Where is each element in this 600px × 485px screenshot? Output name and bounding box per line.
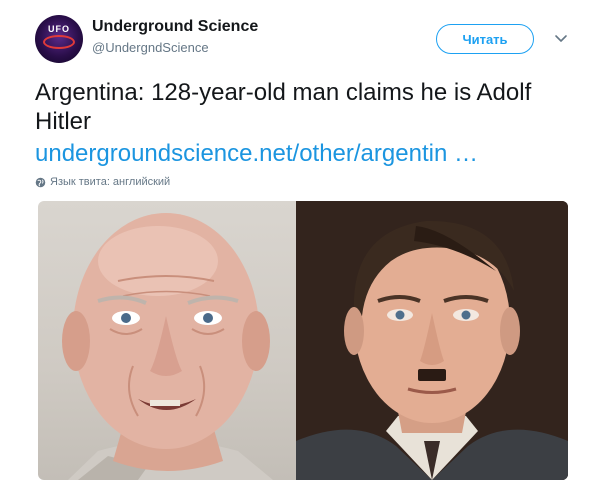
tweet-photo[interactable] bbox=[38, 201, 568, 480]
avatar[interactable]: UFO bbox=[35, 15, 83, 63]
language-note-text: Язык твита: английский bbox=[50, 176, 171, 188]
avatar-ring bbox=[43, 35, 75, 49]
photo-old-man bbox=[38, 201, 296, 480]
account-handle[interactable]: @UndergndScience bbox=[92, 40, 209, 55]
tweet-language-note: Язык твита: английский bbox=[35, 176, 170, 188]
globe-icon bbox=[35, 177, 46, 187]
old-man-face-illustration bbox=[62, 213, 273, 480]
tweet-text: Argentina: 128-year-old man claims he is… bbox=[35, 79, 532, 135]
avatar-logo-text: UFO bbox=[48, 24, 70, 34]
tweet-link[interactable]: undergroundscience.net/other/argentin … bbox=[35, 139, 478, 168]
follow-button[interactable]: Читать bbox=[436, 24, 534, 54]
portrait-face-illustration bbox=[296, 201, 568, 480]
account-display-name[interactable]: Underground Science bbox=[92, 18, 258, 36]
photo-portrait bbox=[296, 201, 568, 480]
chevron-down-icon[interactable] bbox=[553, 30, 569, 46]
